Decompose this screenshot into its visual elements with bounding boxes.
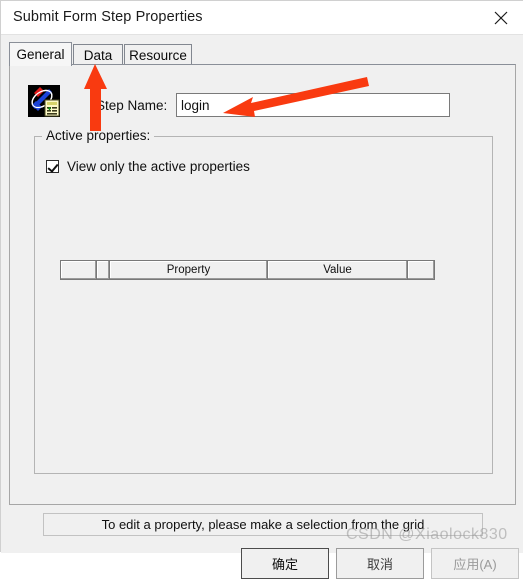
ok-button[interactable]: 确定: [241, 548, 329, 579]
apply-button-label: 应用(A): [453, 557, 497, 572]
step-name-label: Step Name:: [96, 98, 168, 113]
tab-resource[interactable]: Resource: [124, 44, 192, 65]
step-name-input[interactable]: [176, 93, 450, 117]
grid-hint-bar: To edit a property, please make a select…: [43, 513, 483, 536]
view-only-active-properties-label: View only the active properties: [67, 159, 250, 174]
tab-data[interactable]: Data: [73, 44, 123, 65]
grid-spacer-cell[interactable]: [96, 260, 109, 280]
property-grid-header: Property Value: [60, 260, 435, 280]
window-title: Submit Form Step Properties: [13, 9, 203, 25]
apply-button[interactable]: 应用(A): [431, 548, 519, 579]
dialog-window: Submit Form Step Properties General Data…: [0, 0, 523, 579]
tab-strip: General Data Resource: [9, 42, 516, 66]
tab-data-label: Data: [83, 47, 113, 63]
tab-resource-label: Resource: [129, 47, 187, 63]
grid-end-cell[interactable]: [407, 260, 435, 280]
active-properties-group: [34, 136, 493, 474]
dialog-body: General Data Resource Step Name: login A…: [1, 35, 523, 579]
tab-general[interactable]: General: [9, 42, 72, 66]
grid-corner-cell[interactable]: [60, 260, 96, 280]
tab-general-label: General: [16, 47, 65, 62]
grid-column-value[interactable]: Value: [267, 260, 407, 280]
cancel-button[interactable]: 取消: [336, 548, 424, 579]
checkbox-checked-icon: [46, 160, 59, 173]
close-icon[interactable]: [478, 1, 523, 34]
tab-page-general: Step Name: Active properties: View only …: [9, 64, 516, 536]
submit-form-step-icon: [28, 85, 60, 117]
titlebar: Submit Form Step Properties: [1, 1, 523, 35]
grid-hint-text: To edit a property, please make a select…: [101, 517, 425, 532]
active-properties-group-title: Active properties:: [42, 128, 155, 143]
ok-button-label: 确定: [271, 557, 298, 572]
grid-column-property[interactable]: Property: [109, 260, 267, 280]
cancel-button-label: 取消: [366, 557, 393, 572]
view-only-active-properties-checkbox[interactable]: View only the active properties: [46, 159, 250, 174]
